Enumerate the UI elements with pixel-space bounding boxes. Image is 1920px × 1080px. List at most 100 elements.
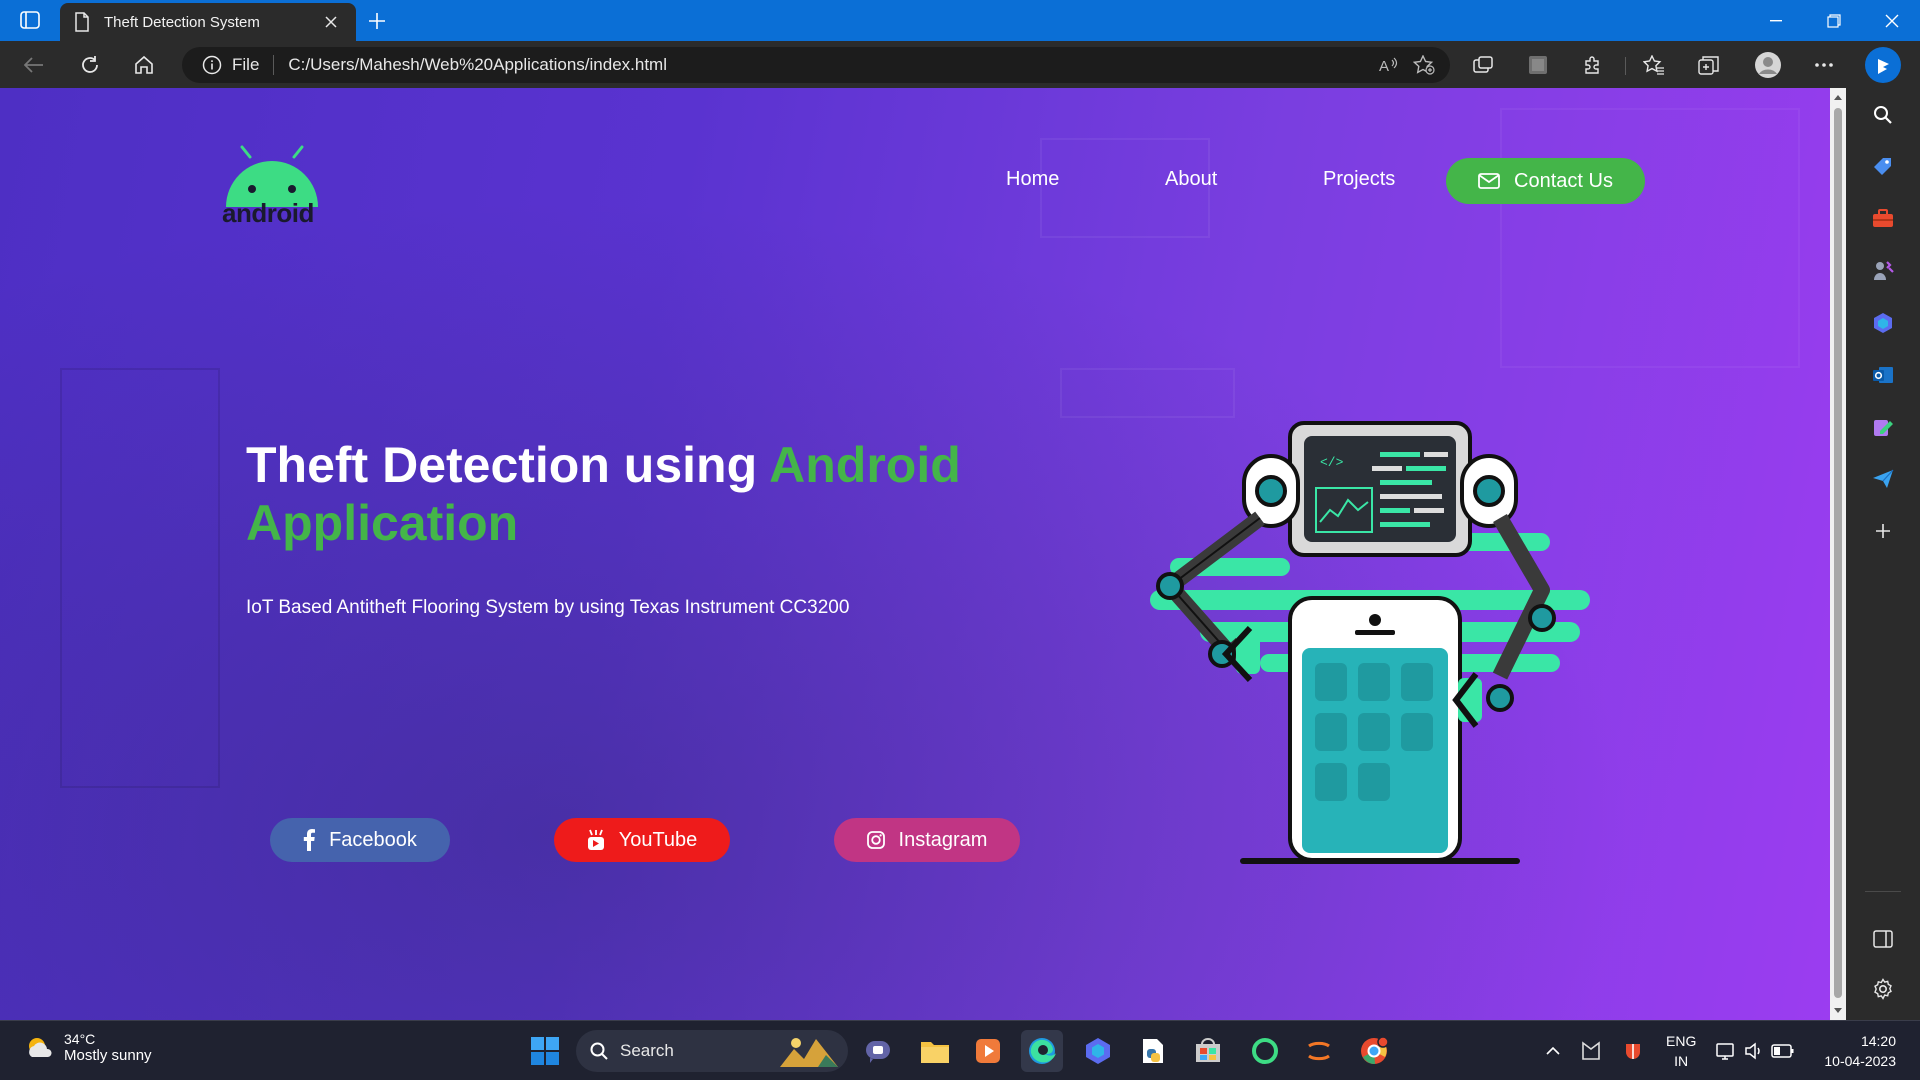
background-frame (1060, 368, 1235, 418)
svg-text:A: A (1379, 58, 1389, 74)
toolbar-divider (1625, 57, 1626, 75)
envelope-icon (1478, 173, 1500, 189)
media-player-icon[interactable] (967, 1030, 1009, 1072)
svg-text:</>: </> (1320, 455, 1344, 470)
drop-notes-icon[interactable] (1865, 409, 1901, 445)
favorites-icon[interactable] (1638, 49, 1670, 81)
store-app-icon[interactable] (1187, 1030, 1229, 1072)
address-scheme: File (232, 55, 260, 74)
more-options-icon[interactable] (1808, 49, 1840, 81)
outlook-icon[interactable] (1865, 357, 1901, 393)
home-icon[interactable] (128, 49, 160, 81)
taskbar-search-label: Search (620, 1041, 674, 1060)
title-bar: Theft Detection System (0, 0, 1920, 41)
file-explorer-icon[interactable] (914, 1030, 956, 1072)
scroll-thumb[interactable] (1834, 108, 1842, 998)
sun-cloud-icon (29, 1037, 52, 1057)
info-icon[interactable] (202, 55, 222, 75)
robot-phone-illustration: </> (1150, 421, 1590, 864)
tab-actions-icon[interactable] (14, 9, 46, 31)
windows-start-icon[interactable] (524, 1030, 566, 1072)
weather-widget[interactable]: 34°C Mostly sunny (24, 1031, 152, 1064)
edge-sidebar (1846, 41, 1920, 1020)
scroll-down-arrow-icon[interactable] (1830, 1004, 1846, 1018)
bing-chat-icon[interactable] (1863, 45, 1903, 85)
read-aloud-icon[interactable]: A (1370, 47, 1406, 83)
refresh-icon[interactable] (74, 49, 106, 81)
page-icon (75, 12, 89, 32)
close-window-icon[interactable] (1864, 0, 1920, 41)
shopping-tag-icon[interactable] (1865, 149, 1901, 185)
sidebar-settings-gear-icon[interactable] (1865, 971, 1901, 1007)
nav-about-link[interactable]: About (1165, 168, 1217, 191)
chrome-icon[interactable] (1353, 1030, 1395, 1072)
facebook-icon (303, 829, 316, 851)
browser-tab[interactable]: Theft Detection System (60, 3, 356, 41)
background-frame (60, 368, 220, 788)
tray-app-icon[interactable] (1570, 1030, 1612, 1072)
instagram-label: Instagram (898, 828, 988, 851)
page-scrollbar[interactable] (1830, 88, 1846, 1020)
extensions-puzzle-icon[interactable] (1577, 49, 1609, 81)
jupyter-icon[interactable] (1298, 1030, 1340, 1072)
address-url[interactable]: C:/Users/Mahesh/Web%20Applications/index… (288, 55, 1370, 75)
page-viewport: android Home About Projects Contact Us T… (0, 88, 1830, 1020)
hero-title-white: Theft Detection using (246, 437, 758, 493)
refresh-ring-app-icon[interactable] (1244, 1030, 1286, 1072)
games-icon[interactable] (1865, 253, 1901, 289)
youtube-icon (587, 829, 604, 850)
region-code: IN (1674, 1053, 1689, 1069)
teams-chat-icon[interactable] (858, 1030, 900, 1072)
back-arrow-icon[interactable] (18, 49, 50, 81)
tools-briefcase-icon[interactable] (1865, 201, 1901, 237)
edge-browser-icon[interactable] (1021, 1030, 1063, 1072)
taskbar-clock[interactable]: 14:20 10-04-2023 (1816, 1031, 1896, 1071)
search-icon[interactable] (1865, 97, 1901, 133)
address-separator (273, 55, 275, 75)
telegram-send-icon[interactable] (1865, 461, 1901, 497)
instagram-icon (866, 831, 885, 849)
collections-icon[interactable] (1693, 49, 1725, 81)
youtube-label: YouTube (618, 828, 698, 851)
weather-temperature: 34°C (64, 1031, 96, 1047)
youtube-button[interactable]: YouTube (554, 818, 730, 862)
close-tab-icon[interactable] (320, 11, 342, 33)
microsoft-365-icon[interactable] (1865, 305, 1901, 341)
contact-us-button[interactable]: Contact Us (1446, 158, 1645, 204)
clock-date: 10-04-2023 (1824, 1053, 1896, 1069)
taskbar-search-box[interactable]: Search (576, 1030, 848, 1072)
weather-description: Mostly sunny (64, 1047, 152, 1064)
add-favorite-icon[interactable] (1406, 47, 1442, 83)
background-frame (1500, 108, 1800, 368)
new-tab-icon[interactable] (364, 8, 390, 34)
language-indicator[interactable]: ENG IN (1666, 1031, 1696, 1071)
browser-toolbar: File C:/Users/Mahesh/Web%20Applications/… (0, 41, 1920, 88)
contact-us-label: Contact Us (1514, 169, 1613, 192)
search-highlight-illustration-icon (780, 1038, 838, 1067)
add-sidebar-app-icon[interactable] (1865, 513, 1901, 549)
minimize-icon[interactable] (1748, 0, 1804, 41)
tab-title: Theft Detection System (104, 13, 260, 31)
nav-projects-link[interactable]: Projects (1323, 168, 1395, 191)
copilot-app-icon[interactable] (1077, 1030, 1119, 1072)
tray-security-icon[interactable] (1612, 1030, 1654, 1072)
python-files-icon[interactable] (1132, 1030, 1174, 1072)
show-hidden-icons-chevron-up-icon[interactable] (1532, 1030, 1574, 1072)
facebook-button[interactable]: Facebook (270, 818, 450, 862)
instagram-button[interactable]: Instagram (834, 818, 1020, 862)
restore-icon[interactable] (1806, 0, 1862, 41)
nav-home-link[interactable]: Home (1006, 168, 1059, 191)
language-code: ENG (1666, 1033, 1697, 1049)
facebook-label: Facebook (329, 828, 417, 851)
hero-title: Theft Detection using Android Applicatio… (246, 436, 1086, 552)
clock-time: 14:20 (1860, 1033, 1896, 1049)
hide-sidebar-icon[interactable] (1865, 921, 1901, 957)
address-bar[interactable]: File C:/Users/Mahesh/Web%20Applications/… (182, 47, 1450, 83)
battery-icon[interactable] (1762, 1030, 1804, 1072)
collections-extension-icon[interactable] (1467, 49, 1499, 81)
extension-square-icon[interactable] (1522, 49, 1554, 81)
search-icon (590, 1042, 608, 1060)
profile-avatar-icon[interactable] (1752, 49, 1784, 81)
scroll-up-arrow-icon[interactable] (1830, 90, 1846, 104)
logo-text: android (222, 198, 314, 228)
